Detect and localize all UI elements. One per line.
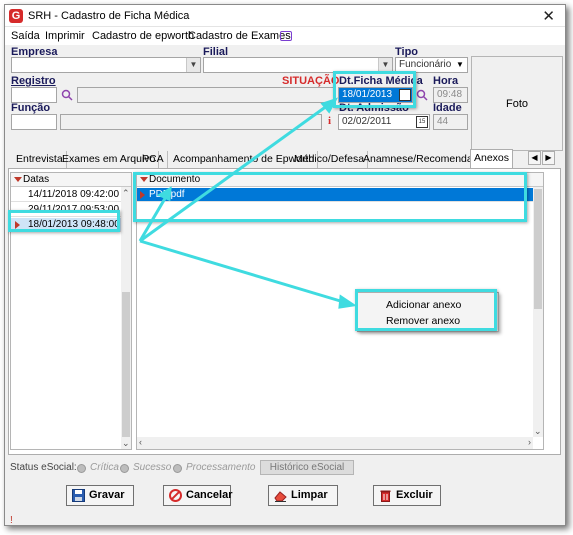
chevron-down-icon[interactable]: ⌄ — [534, 426, 542, 437]
menu-bar: Saída Imprimir Cadastro de epworth Cadas… — [5, 27, 565, 45]
dates-scrollbar[interactable]: ⌃ ⌄ — [121, 187, 131, 449]
hora-field: 09:48 — [433, 87, 468, 103]
clear-label: Limpar — [291, 489, 328, 501]
app-logo-icon: G — [9, 9, 23, 23]
radio-critica[interactable] — [77, 464, 86, 473]
save-label: Gravar — [89, 489, 125, 501]
calendar-icon[interactable]: 15 — [416, 116, 428, 128]
esocial-status-bar: Status eSocial: Crítica Sucesso Processa… — [10, 460, 562, 476]
eraser-icon — [274, 491, 287, 502]
situacao-label: SITUAÇÃO — [282, 75, 340, 87]
menu-cadastro-exames[interactable]: Cadastro de Exames — [188, 30, 291, 42]
funcao-name-field — [60, 114, 322, 130]
table-row[interactable]: 14/11/2018 09:42:00 — [11, 188, 121, 202]
registro-label: Registro — [11, 75, 56, 87]
dates-header-label: Datas — [23, 174, 50, 185]
highlight-selected-date — [8, 210, 120, 232]
cancel-icon — [169, 489, 182, 502]
chevron-left-icon[interactable]: ‹ — [139, 437, 142, 447]
idade-label: Idade — [433, 102, 462, 114]
chevron-down-icon: ▼ — [453, 58, 467, 72]
tab-bar: Entrevista Exames em Arquivo PCA Acompan… — [5, 148, 565, 168]
close-button[interactable]: ✕ — [542, 7, 555, 25]
tipo-value: Funcionário — [399, 59, 452, 70]
menu-cadastro-epworth[interactable]: Cadastro de epworth — [92, 30, 194, 42]
menu-imprimir[interactable]: Imprimir — [45, 30, 85, 42]
registro-field[interactable] — [11, 87, 57, 103]
radio-sucesso-label: Sucesso — [133, 462, 172, 473]
delete-button[interactable]: Excluir — [373, 485, 441, 506]
esocial-history-button[interactable]: Histórico eSocial — [260, 460, 354, 475]
radio-sucesso[interactable] — [120, 464, 129, 473]
search-icon[interactable] — [61, 89, 73, 101]
save-icon — [72, 489, 85, 502]
trash-icon — [380, 490, 391, 502]
radio-critica-label: Crítica — [90, 462, 119, 473]
funcao-field[interactable] — [11, 114, 57, 130]
app-window: G SRH - Cadastro de Ficha Médica ✕ Saída… — [4, 4, 566, 526]
tab-prev-icon[interactable]: ◀ — [528, 151, 541, 165]
dt-admissao-value: 02/02/2011 — [342, 116, 392, 127]
window-title: SRH - Cadastro de Ficha Médica — [28, 10, 190, 22]
search-icon[interactable] — [416, 89, 428, 101]
clear-button[interactable]: Limpar — [268, 485, 338, 506]
menu-saida[interactable]: Saída — [11, 30, 40, 42]
idade-field: 44 — [433, 114, 468, 130]
chevron-down-icon: ▼ — [378, 58, 392, 72]
cancel-label: Cancelar — [186, 489, 233, 501]
highlight-context-menu — [355, 289, 497, 331]
photo-box[interactable]: Foto — [471, 56, 563, 151]
scroll-thumb[interactable] — [122, 292, 130, 437]
registro-name-field — [77, 87, 335, 103]
chevron-down-icon[interactable]: ⌄ — [122, 438, 130, 449]
cancel-button[interactable]: Cancelar — [163, 485, 233, 506]
documents-hscrollbar[interactable]: ‹ › — [137, 437, 533, 449]
dt-admissao-field[interactable]: 02/02/2011 15 — [338, 114, 430, 130]
delete-label: Excluir — [396, 489, 433, 501]
chevron-down-icon: ▼ — [186, 58, 200, 72]
header-marker-icon — [14, 177, 22, 182]
tab-next-icon[interactable]: ▶ — [542, 151, 555, 165]
empresa-select[interactable]: ▼ — [11, 57, 201, 73]
dates-header: Datas — [11, 173, 131, 187]
radio-processamento[interactable] — [173, 464, 182, 473]
tab-medico-defesa[interactable]: Médico/Defesa — [291, 151, 369, 168]
chevron-right-icon[interactable]: › — [528, 437, 531, 447]
window-icon[interactable] — [280, 31, 292, 41]
tab-anexos[interactable]: Anexos — [470, 149, 514, 168]
bottom-status-marker: ! — [10, 515, 13, 526]
tab-pca[interactable]: PCA — [139, 151, 168, 168]
info-icon[interactable]: i — [328, 115, 331, 127]
documents-vscrollbar[interactable]: ⌄ — [533, 187, 543, 437]
save-button[interactable]: Gravar — [66, 485, 134, 506]
title-bar: G SRH - Cadastro de Ficha Médica ✕ — [5, 5, 565, 27]
funcao-label: Função — [11, 102, 51, 114]
highlight-documents — [133, 172, 527, 222]
esocial-label: Status eSocial: — [10, 462, 77, 473]
highlight-dt-ficha — [333, 71, 416, 108]
scroll-thumb[interactable] — [534, 189, 542, 309]
radio-processamento-label: Processamento — [186, 462, 256, 473]
chevron-up-icon[interactable]: ⌃ — [122, 188, 130, 199]
hora-label: Hora — [433, 75, 459, 87]
